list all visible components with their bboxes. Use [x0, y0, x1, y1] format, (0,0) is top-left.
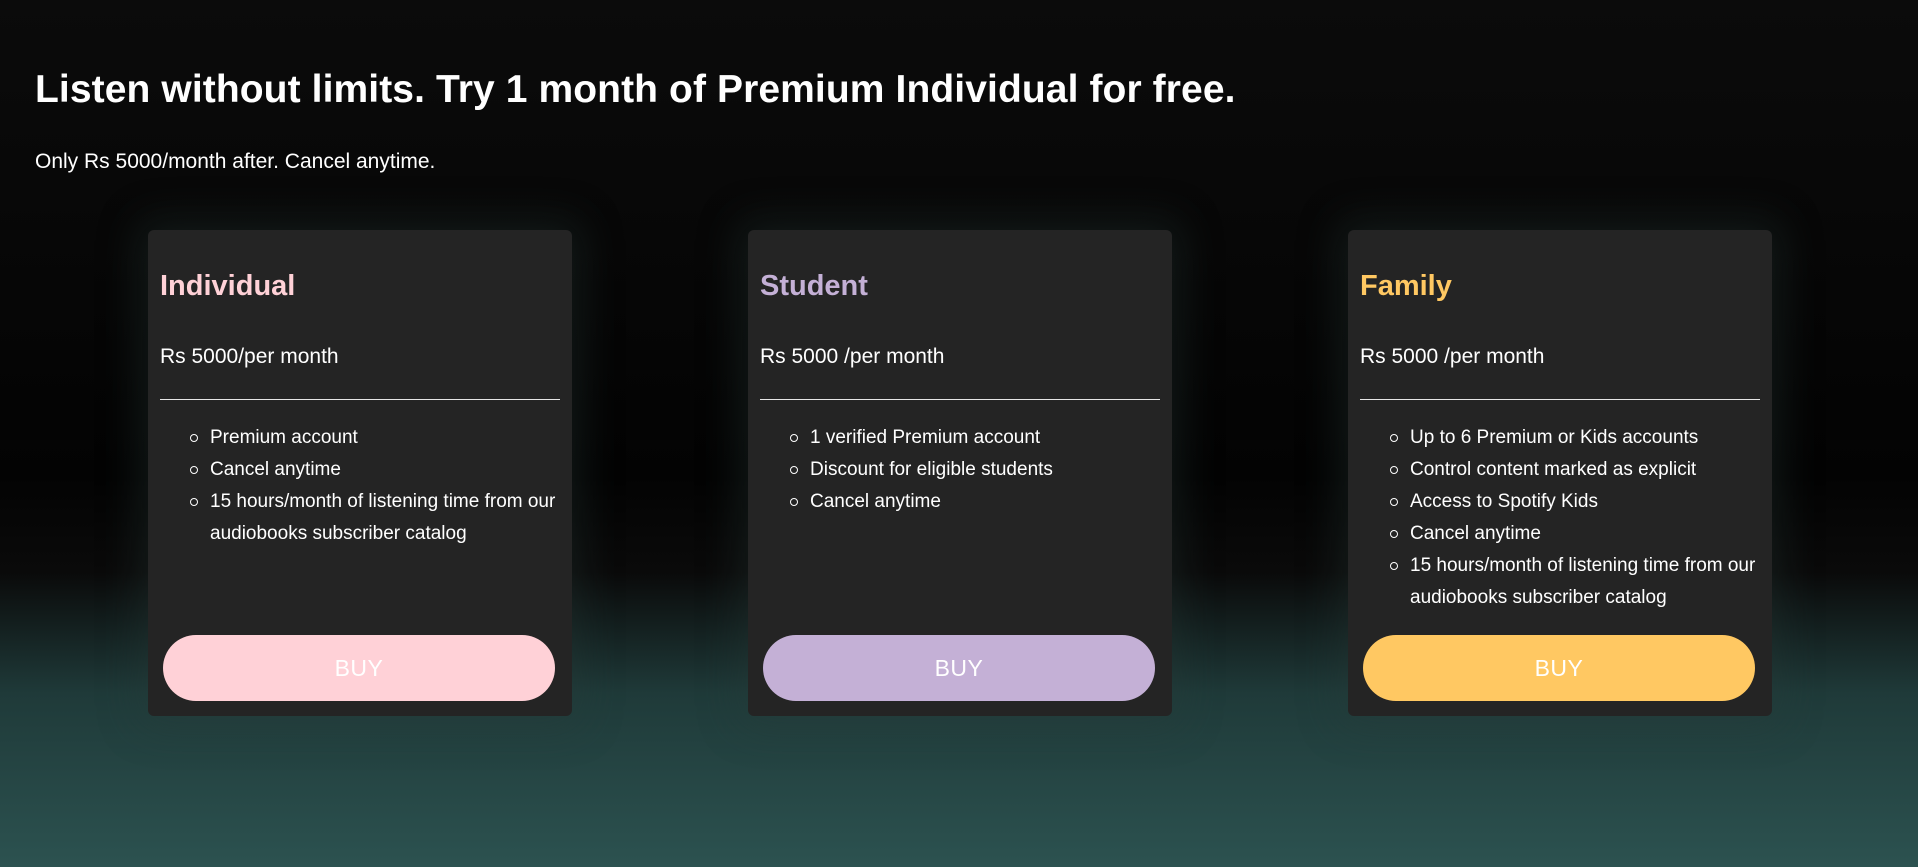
- divider: [760, 399, 1160, 400]
- feature-item: 15 hours/month of listening time from ou…: [190, 486, 560, 550]
- feature-item: Cancel anytime: [790, 486, 1160, 518]
- feature-list: Up to 6 Premium or Kids accounts Control…: [1390, 422, 1760, 614]
- feature-item: Premium account: [190, 422, 560, 454]
- feature-item: 15 hours/month of listening time from ou…: [1390, 550, 1760, 614]
- divider: [160, 399, 560, 400]
- feature-list: Premium account Cancel anytime 15 hours/…: [190, 422, 560, 550]
- page-subheadline: Only Rs 5000/month after. Cancel anytime…: [35, 150, 436, 173]
- feature-item: Control content marked as explicit: [1390, 454, 1760, 486]
- feature-item: Up to 6 Premium or Kids accounts: [1390, 422, 1760, 454]
- plan-name: Family: [1360, 270, 1452, 302]
- plan-card-student: Student Rs 5000 /per month 1 verified Pr…: [748, 230, 1172, 716]
- feature-item: Cancel anytime: [190, 454, 560, 486]
- plan-name: Student: [760, 270, 868, 302]
- plan-card-individual: Individual Rs 5000/per month Premium acc…: [148, 230, 572, 716]
- feature-item: Cancel anytime: [1390, 518, 1760, 550]
- page-headline: Listen without limits. Try 1 month of Pr…: [35, 68, 1236, 111]
- plan-price: Rs 5000/per month: [160, 345, 339, 368]
- plan-name: Individual: [160, 270, 296, 302]
- feature-item: Access to Spotify Kids: [1390, 486, 1760, 518]
- feature-list: 1 verified Premium account Discount for …: [790, 422, 1160, 518]
- feature-item: 1 verified Premium account: [790, 422, 1160, 454]
- plan-price: Rs 5000 /per month: [760, 345, 945, 368]
- plan-price: Rs 5000 /per month: [1360, 345, 1545, 368]
- buy-button-student[interactable]: BUY: [763, 635, 1155, 701]
- divider: [1360, 399, 1760, 400]
- plan-card-family: Family Rs 5000 /per month Up to 6 Premiu…: [1348, 230, 1772, 716]
- buy-button-family[interactable]: BUY: [1363, 635, 1755, 701]
- buy-button-individual[interactable]: BUY: [163, 635, 555, 701]
- feature-item: Discount for eligible students: [790, 454, 1160, 486]
